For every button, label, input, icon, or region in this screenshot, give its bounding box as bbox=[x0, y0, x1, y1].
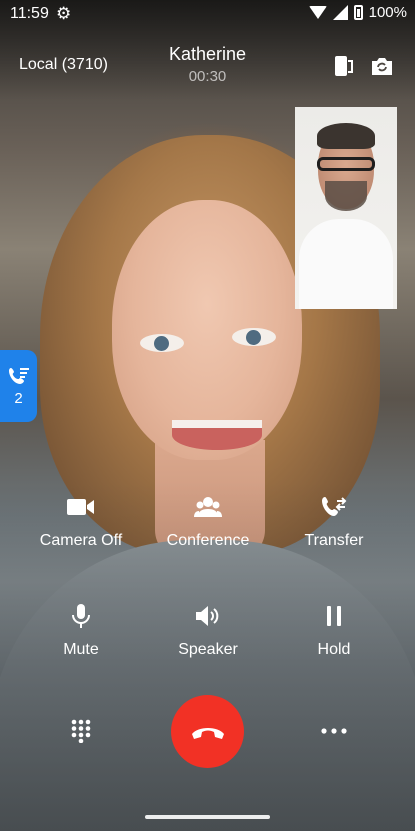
gear-icon: ⚙ bbox=[56, 4, 72, 23]
hold-label: Hold bbox=[317, 641, 351, 658]
call-screen: 11:59 ⚙ 100% Local (3710) Katherine 00:3… bbox=[0, 0, 415, 831]
status-time: 11:59 bbox=[10, 5, 49, 22]
pause-icon bbox=[327, 606, 341, 626]
self-video-hair bbox=[317, 123, 375, 149]
more-options-button[interactable] bbox=[314, 712, 354, 750]
camera-flip-icon bbox=[372, 58, 392, 75]
call-transfer-icon bbox=[322, 497, 347, 516]
status-bar: 11:59 ⚙ 100% bbox=[0, 0, 415, 28]
call-list-icon bbox=[8, 367, 29, 384]
battery-charging-icon bbox=[353, 5, 363, 20]
hang-up-button[interactable] bbox=[171, 695, 244, 768]
wifi-icon bbox=[308, 6, 327, 19]
signal-icon bbox=[332, 5, 348, 20]
transfer-button[interactable]: Transfer bbox=[274, 492, 394, 550]
phone-switch-icon bbox=[335, 56, 353, 76]
self-video-glasses bbox=[317, 157, 375, 171]
dialpad-icon bbox=[71, 719, 91, 743]
more-horizontal-icon bbox=[321, 728, 347, 734]
microphone-icon bbox=[72, 604, 90, 628]
active-calls-tab[interactable]: 2 bbox=[0, 350, 37, 422]
remote-video-eye-left bbox=[140, 334, 184, 352]
mute-label: Mute bbox=[63, 641, 99, 658]
speaker-label: Speaker bbox=[178, 641, 238, 658]
flip-camera-button[interactable] bbox=[369, 54, 395, 78]
remote-video-eye-right bbox=[232, 328, 276, 346]
battery-level: 100% bbox=[368, 4, 407, 21]
camera-off-button[interactable]: Camera Off bbox=[21, 492, 141, 550]
speaker-icon bbox=[196, 606, 219, 626]
video-camera-icon bbox=[67, 499, 94, 515]
conference-label: Conference bbox=[166, 532, 250, 549]
speaker-button[interactable]: Speaker bbox=[148, 601, 268, 659]
hold-button[interactable]: Hold bbox=[274, 601, 394, 659]
self-video-body bbox=[299, 219, 393, 309]
status-icons: 100% bbox=[308, 4, 407, 21]
home-indicator[interactable] bbox=[145, 815, 270, 819]
keypad-button[interactable] bbox=[62, 712, 100, 750]
self-video-preview[interactable] bbox=[295, 107, 397, 309]
mute-button[interactable]: Mute bbox=[21, 601, 141, 659]
group-icon bbox=[194, 497, 222, 517]
switch-device-button[interactable] bbox=[330, 54, 356, 78]
camera-off-label: Camera Off bbox=[39, 532, 123, 549]
conference-button[interactable]: Conference bbox=[148, 492, 268, 550]
end-call-icon bbox=[191, 727, 224, 739]
remote-video-mouth bbox=[172, 420, 262, 450]
active-calls-count: 2 bbox=[14, 389, 23, 407]
self-video-beard bbox=[325, 181, 367, 211]
transfer-label: Transfer bbox=[304, 532, 364, 549]
